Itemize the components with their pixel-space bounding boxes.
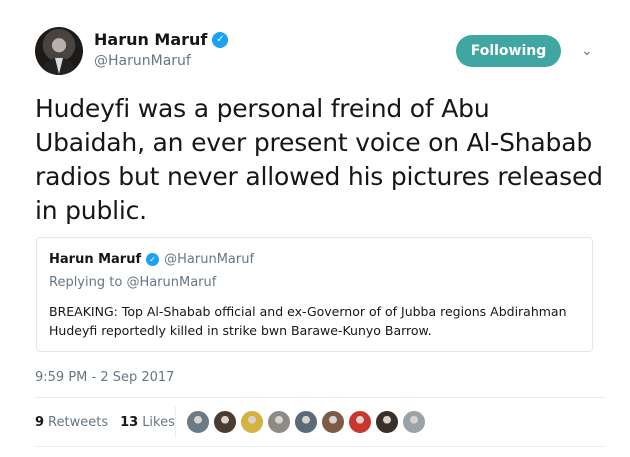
retweets-count: 9 — [35, 414, 45, 430]
quoted-author-name: Harun Maruf — [49, 252, 142, 267]
quoted-author-handle: @HarunMaruf — [164, 252, 255, 267]
liker-avatar[interactable] — [321, 410, 345, 434]
replying-to-prefix: Replying to — [49, 275, 123, 290]
tweet-timestamp[interactable]: 9:59 PM - 2 Sep 2017 — [35, 370, 174, 385]
tweet-text: Hudeyfi was a personal freind of Abu Uba… — [35, 94, 603, 225]
liker-avatar[interactable] — [213, 410, 237, 434]
liker-avatar[interactable] — [186, 410, 210, 434]
liker-avatar[interactable] — [240, 410, 264, 434]
liker-avatar[interactable] — [294, 410, 318, 434]
retweets-stat[interactable]: 9 Retweets — [35, 415, 108, 430]
liker-avatars — [186, 410, 429, 434]
likes-count: 13 — [120, 414, 139, 430]
tweet-stats: 9 Retweets 13 Likes — [35, 406, 175, 438]
likes-label: Likes — [142, 414, 175, 430]
verified-icon: ✓ — [212, 31, 229, 48]
replying-to-handle[interactable]: @HarunMaruf — [126, 275, 216, 290]
quoted-tweet-text: BREAKING: Top Al-Shabab official and ex-… — [49, 304, 567, 338]
author-handle[interactable]: @HarunMaruf — [94, 53, 228, 69]
liker-avatar[interactable] — [267, 410, 291, 434]
stats-separator — [175, 406, 176, 438]
liker-avatar[interactable] — [375, 410, 399, 434]
liker-avatar[interactable] — [348, 410, 372, 434]
author-name[interactable]: Harun Maruf — [94, 30, 207, 49]
quoted-tweet[interactable]: Harun Maruf ✓ @HarunMaruf Replying to @H… — [36, 237, 593, 352]
divider-bottom — [35, 446, 605, 447]
divider-top — [35, 397, 605, 398]
tweet-header: Harun Maruf ✓ @HarunMaruf Following ⌄ — [35, 27, 605, 77]
likes-stat[interactable]: 13 Likes — [120, 415, 175, 430]
verified-icon: ✓ — [146, 253, 160, 266]
chevron-down-icon[interactable]: ⌄ — [581, 43, 593, 59]
retweets-label: Retweets — [48, 414, 109, 430]
quoted-tweet-header: Harun Maruf ✓ @HarunMaruf — [49, 252, 580, 267]
liker-avatar[interactable] — [402, 410, 426, 434]
author-name-row[interactable]: Harun Maruf ✓ — [94, 30, 229, 49]
author-avatar[interactable] — [35, 27, 83, 75]
replying-to: Replying to @HarunMaruf — [49, 275, 580, 290]
author-info: Harun Maruf ✓ @HarunMaruf — [94, 30, 229, 69]
following-button[interactable]: Following — [456, 35, 561, 67]
